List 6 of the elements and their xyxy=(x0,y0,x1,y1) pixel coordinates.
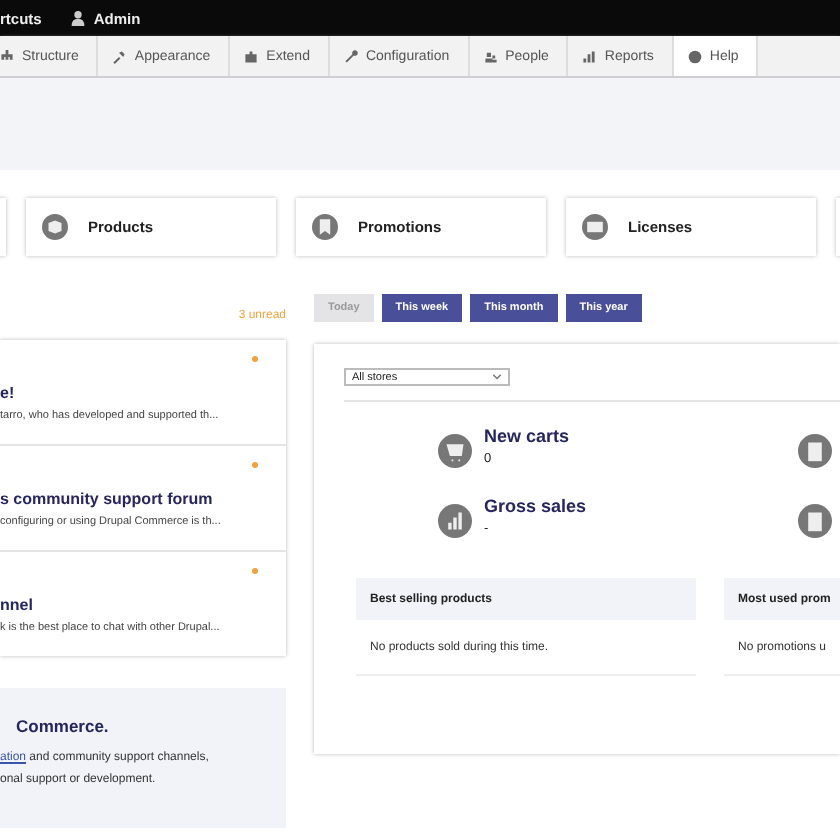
message-title[interactable]: e! xyxy=(0,384,274,402)
info-title: Commerce. xyxy=(16,716,111,736)
stat-title: Gross sales xyxy=(484,496,589,516)
message-title[interactable]: nnel xyxy=(0,596,274,614)
stat-title: New carts xyxy=(484,426,572,446)
message-title[interactable]: s community support forum xyxy=(0,490,274,508)
